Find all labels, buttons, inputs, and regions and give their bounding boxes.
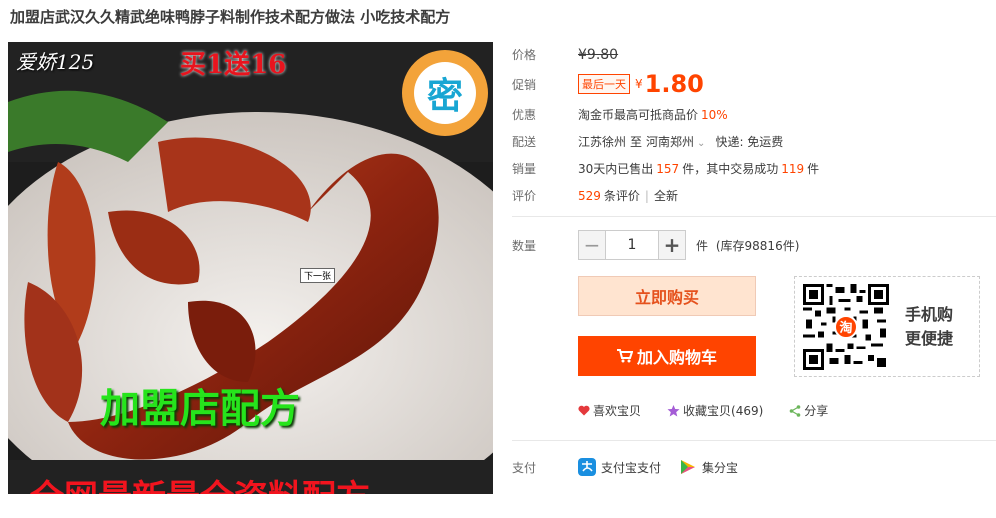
item-actions: 喜欢宝贝 收藏宝贝(469) 分享 xyxy=(578,402,854,419)
mobile-qr-box: 淘 手机购 更便捷 xyxy=(794,276,980,377)
image-overlay-title: 加盟店配方 xyxy=(100,385,300,432)
sales-success-count: 119 xyxy=(781,161,805,176)
mobile-line1: 手机购 xyxy=(905,304,954,324)
sales-mid: 件，其中交易成功 xyxy=(682,162,779,176)
buy-now-button[interactable]: 立即购买 xyxy=(578,276,756,316)
secret-badge: 密 xyxy=(402,50,488,136)
sales-label: 销量 xyxy=(512,162,537,176)
shipping-value: 江苏徐州 至 河南郑州 ⌄ 快递: 免运费 xyxy=(578,133,783,150)
reviews-count: 529 xyxy=(578,189,601,203)
share-label: 分享 xyxy=(804,404,829,418)
promo-row: 促销 最后一天 ¥ 1.80 xyxy=(512,70,704,98)
jifenbao-label: 集分宝 xyxy=(702,460,739,475)
heart-icon xyxy=(578,405,590,416)
plus-icon: + xyxy=(663,233,681,257)
product-image[interactable]: 爱娇125 买1送16 密 下一张 加盟店配方 全网最新最全资料配方 xyxy=(8,42,493,494)
plus-button[interactable]: + xyxy=(658,230,686,260)
original-price-value: 9.80 xyxy=(586,46,619,63)
shipping-label: 配送 xyxy=(512,135,537,149)
mobile-promo-text: 手机购 更便捷 xyxy=(905,303,953,351)
sales-row: 销量 30天内已售出 157 件，其中交易成功 119 件 xyxy=(512,160,819,177)
ship-from: 江苏徐州 xyxy=(578,135,627,149)
like-label: 喜欢宝贝 xyxy=(593,404,642,418)
promo-value-group: 最后一天 ¥ 1.80 xyxy=(578,70,704,98)
discount-percent: 10% xyxy=(701,107,728,122)
sales-prefix: 30天内已售出 xyxy=(578,162,654,176)
original-price: ¥ 9.80 xyxy=(578,47,618,63)
express-fee: 快递: 免运费 xyxy=(715,135,784,149)
jifenbao-method[interactable]: 集分宝 xyxy=(679,458,738,476)
alipay-label: 支付宝支付 xyxy=(601,460,662,475)
minus-button[interactable]: − xyxy=(578,230,606,260)
share-icon xyxy=(789,404,801,417)
jifenbao-icon xyxy=(679,458,697,476)
sales-value: 30天内已售出 157 件，其中交易成功 119 件 xyxy=(578,160,819,177)
promo-currency: ¥ xyxy=(635,77,643,91)
quantity-unit: 件 xyxy=(696,238,709,253)
add-to-cart-label: 加入购物车 xyxy=(636,348,717,367)
ship-to-word: 至 xyxy=(630,135,643,149)
chevron-down-icon: ⌄ xyxy=(697,138,706,149)
alipay-method[interactable]: 支付宝支付 xyxy=(578,458,661,476)
discount-value: 淘金币最高可抵商品价 10% xyxy=(578,106,728,123)
reviews-value: 529 条评价 | 全新 xyxy=(578,187,678,204)
divider xyxy=(512,440,996,441)
image-bottom-banner: 全网最新最全资料配方 xyxy=(30,470,370,494)
payment-methods: 支付宝支付 集分宝 xyxy=(578,458,756,476)
product-title: 加盟店武汉久久精武绝味鸭脖子料制作技术配方做法 小吃技术配方 xyxy=(10,8,451,26)
original-currency: ¥ xyxy=(578,46,587,63)
qr-code-icon[interactable]: 淘 xyxy=(803,283,889,370)
favorite-label: 收藏宝贝(469) xyxy=(683,404,764,418)
stock-count: (库存98816件) xyxy=(715,238,800,253)
reviews-row: 评价 529 条评价 | 全新 xyxy=(512,187,678,204)
favorite-button[interactable]: 收藏宝贝(469) xyxy=(667,402,763,419)
next-image-button[interactable]: 下一张 xyxy=(300,268,336,283)
discount-label: 优惠 xyxy=(512,108,537,122)
add-to-cart-button[interactable]: 加入购物车 xyxy=(578,336,756,376)
cart-icon xyxy=(616,349,633,363)
taobao-logo-icon: 淘 xyxy=(834,314,858,339)
ship-to-select[interactable]: 河南郑州 ⌄ xyxy=(646,133,705,150)
quantity-input[interactable] xyxy=(606,230,658,260)
sales-suffix: 件 xyxy=(807,162,820,176)
reviews-label: 评价 xyxy=(512,189,537,203)
secret-badge-char: 密 xyxy=(414,62,476,124)
payment-row: 支付 支付宝支付 集分宝 xyxy=(512,458,756,476)
payment-label: 支付 xyxy=(512,460,537,475)
discount-text: 淘金币最高可抵商品价 xyxy=(578,108,699,122)
promo-price-value: 1.80 xyxy=(644,70,704,98)
last-day-tag: 最后一天 xyxy=(578,74,630,94)
minus-icon: − xyxy=(583,233,601,257)
promo-label: 促销 xyxy=(512,77,537,92)
separator: | xyxy=(644,188,649,203)
price-label: 价格 xyxy=(512,48,537,62)
divider xyxy=(512,216,996,217)
quantity-stepper: − + xyxy=(578,230,686,260)
sales-sold-count: 157 xyxy=(656,161,680,176)
share-button[interactable]: 分享 xyxy=(789,402,828,419)
like-button[interactable]: 喜欢宝贝 xyxy=(578,402,641,419)
reviews-new-link[interactable]: 全新 xyxy=(654,187,678,204)
reviews-count-suffix: 条评价 xyxy=(603,189,640,203)
stock-info: 件 (库存98816件) xyxy=(696,237,799,254)
image-watermark-user: 爱娇125 xyxy=(16,50,95,74)
ship-to-text: 河南郑州 xyxy=(646,135,695,149)
image-promo-text: 买1送16 xyxy=(180,50,287,80)
quantity-row: 数量 − + 件 (库存98816件) xyxy=(512,230,799,260)
alipay-icon xyxy=(578,458,596,476)
shipping-row: 配送 江苏徐州 至 河南郑州 ⌄ 快递: 免运费 xyxy=(512,133,783,150)
discount-row: 优惠 淘金币最高可抵商品价 10% xyxy=(512,106,728,123)
star-icon xyxy=(667,404,680,417)
mobile-line2: 更便捷 xyxy=(905,328,954,348)
price-row: 价格 ¥ 9.80 xyxy=(512,46,618,63)
reviews-link[interactable]: 529 条评价 xyxy=(578,187,640,204)
quantity-label: 数量 xyxy=(512,238,537,253)
